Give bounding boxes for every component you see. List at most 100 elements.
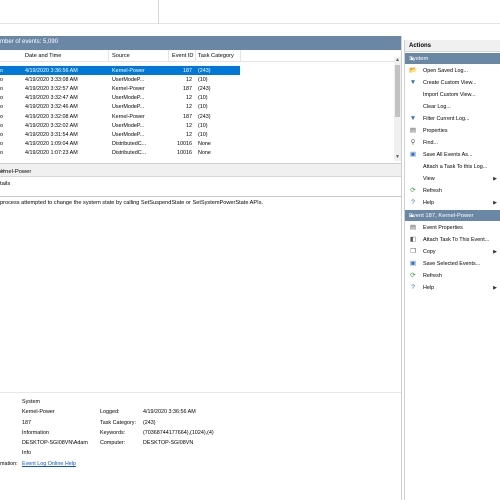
table-row[interactable]: o 4/19/2020 3:33:08 AM UserModeP... 12 (10) xyxy=(0,75,240,84)
row-id: 187 xyxy=(183,113,192,120)
event-properties-grid: System Kernel-Power 187 Information DESK… xyxy=(0,392,401,492)
row-level: o xyxy=(0,141,3,148)
row-task: None xyxy=(198,150,211,157)
blank-icon xyxy=(409,91,417,99)
table-row[interactable]: o 4/19/2020 3:32:47 AM UserModeP... 12 (10) xyxy=(0,94,240,103)
close-icon[interactable]: ✕ xyxy=(0,169,5,175)
table-row[interactable]: o 4/19/2020 3:32:46 AM UserModeP... 12 (10) xyxy=(0,103,240,112)
action-refresh[interactable]: ⟳ Refresh xyxy=(405,185,500,197)
column-event-id[interactable]: Event ID xyxy=(172,53,193,59)
detail-tabs: tails xyxy=(0,178,401,197)
action-label: View xyxy=(423,176,435,182)
action-properties[interactable]: ▤ Properties xyxy=(405,125,500,137)
submenu-arrow-icon: ▶ xyxy=(493,200,497,206)
task-category-value: (243) xyxy=(143,420,156,426)
blank-icon xyxy=(409,175,417,183)
table-row[interactable]: o 4/19/2020 3:31:54 AM UserModeP... 12 (10) xyxy=(0,130,240,139)
action-copy[interactable]: ❐ Copy ▶ xyxy=(405,246,500,258)
action-label: Save Selected Events... xyxy=(423,261,481,267)
row-task: (243) xyxy=(198,113,211,120)
actions-header: Actions xyxy=(405,40,500,52)
scroll-up-icon[interactable]: ▲ xyxy=(394,57,401,64)
folder-icon: 📂 xyxy=(409,67,418,74)
action-help[interactable]: ? Help ▶ xyxy=(405,197,500,209)
events-table[interactable]: Date and Time Source Event ID Task Categ… xyxy=(0,50,401,163)
row-task: (10) xyxy=(198,76,208,83)
refresh-icon: ⟳ xyxy=(410,272,416,279)
action-create-custom-view[interactable]: ▼ Create Custom View... xyxy=(405,77,500,89)
column-date[interactable]: Date and Time xyxy=(25,53,61,59)
row-level: o xyxy=(0,150,3,157)
action-find[interactable]: ⚲ Find... xyxy=(405,137,500,149)
table-row[interactable]: o 4/19/2020 3:32:57 AM Kernel-Power 187 (243… xyxy=(0,84,240,93)
collapse-icon[interactable]: ▲ xyxy=(409,213,497,219)
table-row[interactable]: o 4/19/2020 3:32:08 AM Kernel-Power 187 (243… xyxy=(0,112,240,121)
row-id: 12 xyxy=(186,95,192,102)
action-label: Open Saved Log... xyxy=(423,68,468,74)
table-header: Date and Time Source Event ID Task Categ… xyxy=(0,50,401,62)
action-help[interactable]: ? Help ▶ xyxy=(405,282,500,294)
action-label: Copy xyxy=(423,249,436,255)
action-label: Import Custom View... xyxy=(423,92,476,98)
row-task: (10) xyxy=(198,104,208,111)
row-date: 4/19/2020 1:09:04 AM xyxy=(25,141,78,148)
row-source: UserModeP... xyxy=(112,131,145,138)
action-save-selected-events[interactable]: ▣ Save Selected Events... xyxy=(405,258,500,270)
computer-value: DESKTOP-SGI08VN xyxy=(143,440,194,446)
action-refresh[interactable]: ⟳ Refresh xyxy=(405,270,500,282)
table-row[interactable]: o 4/19/2020 3:32:02 AM UserModeP... 12 (10) xyxy=(0,121,240,130)
help-icon: ? xyxy=(411,199,415,206)
help-icon: ? xyxy=(411,284,415,291)
action-label: Attach a Task To this Log... xyxy=(423,164,488,170)
column-task[interactable]: Task Category xyxy=(198,53,234,59)
action-label: Event Properties xyxy=(423,225,463,231)
keywords-value: (70368744177664),(1024),(4) xyxy=(143,430,214,436)
action-label: Attach Task To This Event... xyxy=(423,237,490,243)
table-row[interactable]: o 4/19/2020 1:09:04 AM DistributedC... 1001… xyxy=(0,140,240,149)
event-log-help-link[interactable]: Event Log Online Help xyxy=(22,461,76,467)
user-value: DESKTOP-SGI08VN\Adam xyxy=(22,440,88,446)
row-level: o xyxy=(0,104,3,111)
action-attach-task-to-this-event[interactable]: ◧ Attach Task To This Event... xyxy=(405,234,500,246)
filter-icon: ▼ xyxy=(409,79,417,86)
action-label: Filter Current Log... xyxy=(423,116,470,122)
scroll-down-icon[interactable]: ▼ xyxy=(394,154,401,161)
scroll-thumb[interactable] xyxy=(395,65,400,117)
action-label: Save All Events As... xyxy=(423,152,473,158)
row-id: 10016 xyxy=(177,150,192,157)
row-date: 4/19/2020 3:32:02 AM xyxy=(25,122,78,129)
row-id: 12 xyxy=(186,122,192,129)
table-row[interactable]: o 4/19/2020 1:07:23 AM DistributedC... 1001… xyxy=(0,149,240,158)
submenu-arrow-icon: ▶ xyxy=(493,176,497,182)
row-level: o xyxy=(0,67,3,74)
refresh-icon: ⟳ xyxy=(410,187,416,194)
row-id: 12 xyxy=(186,131,192,138)
action-filter-current-log[interactable]: ▼ Filter Current Log... xyxy=(405,113,500,125)
pane-divider[interactable] xyxy=(401,36,402,500)
actions-section-system[interactable]: System ▲ xyxy=(405,53,500,64)
toolbar-divider xyxy=(158,0,159,24)
actions-title: Actions xyxy=(409,43,432,49)
action-open-saved-log[interactable]: 📂 Open Saved Log... xyxy=(405,65,500,77)
table-row[interactable]: o 4/19/2020 3:36:56 AM Kernel-Power 187 (243… xyxy=(0,66,240,75)
action-event-properties[interactable]: ▤ Event Properties xyxy=(405,222,500,234)
action-save-all-events-as[interactable]: ▣ Save All Events As... xyxy=(405,149,500,161)
table-scrollbar[interactable]: ▲ ▼ xyxy=(394,57,401,161)
action-label: Create Custom View... xyxy=(423,80,477,86)
logged-label: Logged: xyxy=(100,409,120,415)
toolbar xyxy=(0,0,500,24)
row-level: o xyxy=(0,85,3,92)
row-level: o xyxy=(0,113,3,120)
actions-section-event[interactable]: Event 187, Kernel-Power ▲ xyxy=(405,210,500,221)
row-source: DistributedC... xyxy=(112,141,147,148)
tab-details[interactable]: tails xyxy=(0,181,10,187)
action-attach-a-task-to-this-log[interactable]: Attach a Task To this Log... xyxy=(405,161,500,173)
column-source[interactable]: Source xyxy=(112,53,130,59)
action-clear-log[interactable]: Clear Log... xyxy=(405,101,500,113)
collapse-icon[interactable]: ▲ xyxy=(409,56,497,62)
row-source: UserModeP... xyxy=(112,104,145,111)
action-import-custom-view[interactable]: Import Custom View... xyxy=(405,89,500,101)
row-date: 4/19/2020 3:33:08 AM xyxy=(25,76,78,83)
action-label: Refresh xyxy=(423,273,442,279)
action-view[interactable]: View ▶ xyxy=(405,173,500,185)
